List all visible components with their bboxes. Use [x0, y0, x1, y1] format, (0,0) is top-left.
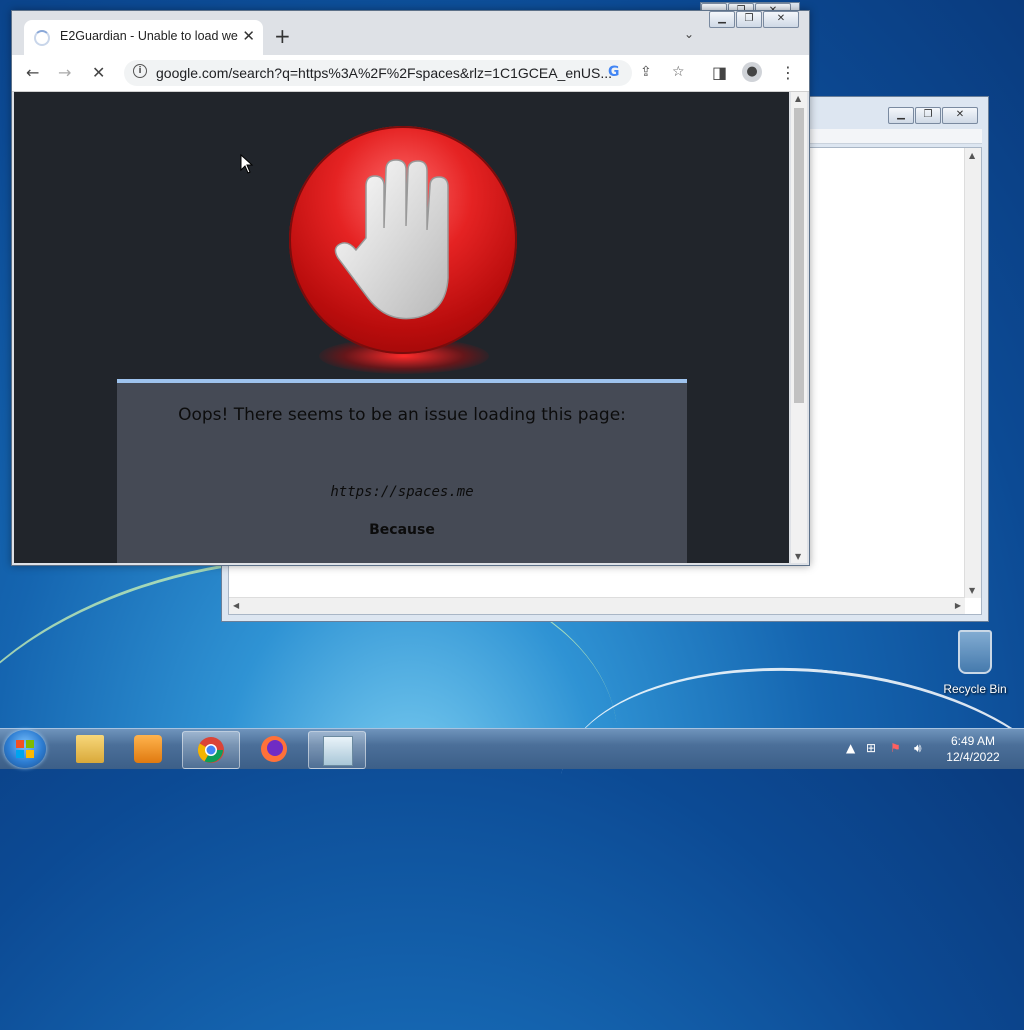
browser-toolbar: ← → ✕ i google.com/search?q=https%3A%2F%…	[12, 55, 809, 92]
scroll-up-icon[interactable]: ▲	[969, 151, 975, 160]
clock-date: 12/4/2022	[946, 750, 1000, 764]
back-icon[interactable]: ←	[26, 63, 39, 82]
network-icon[interactable]: ⊞	[866, 741, 876, 755]
close-icon[interactable]: ✕	[942, 107, 978, 124]
browser-window[interactable]: E2Guardian - Unable to load web ✕ + ⌄ ▁ …	[11, 10, 810, 566]
minimize-icon[interactable]: ▁	[888, 107, 914, 124]
taskbar: ▲ ⊞ ⚑ 🔊︎ 6:49 AM 12/4/2022	[0, 728, 1024, 769]
scrollbar-thumb[interactable]	[794, 108, 804, 403]
folder-icon	[76, 735, 104, 763]
tab-title: E2Guardian - Unable to load web	[60, 29, 238, 43]
side-panel-icon[interactable]: ◨	[712, 63, 727, 82]
clock-time: 6:49 AM	[950, 734, 996, 748]
taskbar-notepad[interactable]	[308, 731, 366, 769]
action-center-icon[interactable]: ⚑	[890, 741, 901, 755]
volume-icon[interactable]: 🔊︎	[914, 741, 922, 756]
horizontal-scrollbar[interactable]: ◀ ▶	[229, 597, 965, 614]
page-scrollbar[interactable]: ▲ ▼	[791, 92, 807, 563]
media-player-icon	[134, 735, 162, 763]
tab-e2guardian[interactable]: E2Guardian - Unable to load web ✕	[24, 20, 263, 55]
window-controls: ▁ ❐ ✕	[709, 11, 799, 28]
blocked-url: https://spaces.me	[330, 484, 474, 500]
vertical-scrollbar[interactable]: ▲ ▼	[964, 148, 981, 598]
scroll-left-icon[interactable]: ◀	[233, 601, 239, 610]
taskbar-chrome[interactable]	[182, 731, 240, 769]
tab-search-icon[interactable]: ⌄	[684, 27, 694, 41]
google-icon[interactable]: G	[608, 64, 620, 80]
address-url[interactable]: google.com/search?q=https%3A%2F%2Fspaces…	[156, 65, 612, 81]
share-icon[interactable]: ⇪	[640, 64, 652, 80]
new-tab-button[interactable]: +	[274, 24, 291, 48]
web-page[interactable]: Oops! There seems to be an issue loading…	[14, 92, 789, 563]
show-hidden-icons-icon[interactable]: ▲	[846, 741, 855, 755]
scroll-down-icon[interactable]: ▼	[969, 586, 975, 595]
close-icon[interactable]: ✕	[763, 11, 799, 28]
taskbar-media-player[interactable]	[120, 731, 176, 767]
stop-loading-icon[interactable]: ✕	[92, 63, 105, 82]
error-message-box: Oops! There seems to be an issue loading…	[117, 379, 687, 563]
taskbar-firefox[interactable]	[246, 731, 302, 767]
mouse-cursor-icon	[240, 154, 254, 174]
chrome-icon	[197, 737, 224, 763]
profile-icon[interactable]: ●	[742, 62, 762, 82]
recycle-bin[interactable]: Recycle Bin	[940, 630, 1010, 696]
forward-icon[interactable]: →	[58, 63, 71, 82]
taskbar-explorer[interactable]	[62, 731, 118, 767]
info-icon[interactable]: i	[133, 64, 147, 78]
menu-icon[interactable]: ⋮	[780, 63, 796, 82]
tab-close-icon[interactable]: ✕	[242, 27, 255, 45]
error-heading: Oops! There seems to be an issue loading…	[178, 405, 626, 425]
clock[interactable]: 6:49 AM 12/4/2022	[928, 733, 1018, 765]
stop-hand-icon	[334, 159, 449, 320]
because-label: Because	[369, 522, 435, 538]
scroll-down-icon[interactable]: ▼	[795, 552, 801, 561]
windows-logo-icon	[16, 740, 34, 758]
tab-strip: E2Guardian - Unable to load web ✕ + ⌄ ▁ …	[12, 11, 809, 55]
window-controls: ▁ ❐ ✕	[888, 107, 978, 124]
maximize-icon[interactable]: ❐	[736, 11, 762, 28]
address-bar[interactable]: i google.com/search?q=https%3A%2F%2Fspac…	[124, 60, 685, 86]
loading-spinner-icon	[34, 30, 50, 46]
minimize-icon[interactable]: ▁	[709, 11, 735, 28]
recycle-bin-label: Recycle Bin	[943, 682, 1007, 696]
notepad-icon	[323, 736, 353, 766]
scroll-up-icon[interactable]: ▲	[795, 94, 801, 103]
recycle-bin-icon	[958, 630, 992, 674]
scroll-right-icon[interactable]: ▶	[955, 601, 961, 610]
bookmark-star-icon[interactable]: ☆	[672, 64, 685, 80]
maximize-icon[interactable]: ❐	[915, 107, 941, 124]
firefox-icon	[261, 736, 287, 762]
start-button[interactable]	[4, 730, 46, 768]
